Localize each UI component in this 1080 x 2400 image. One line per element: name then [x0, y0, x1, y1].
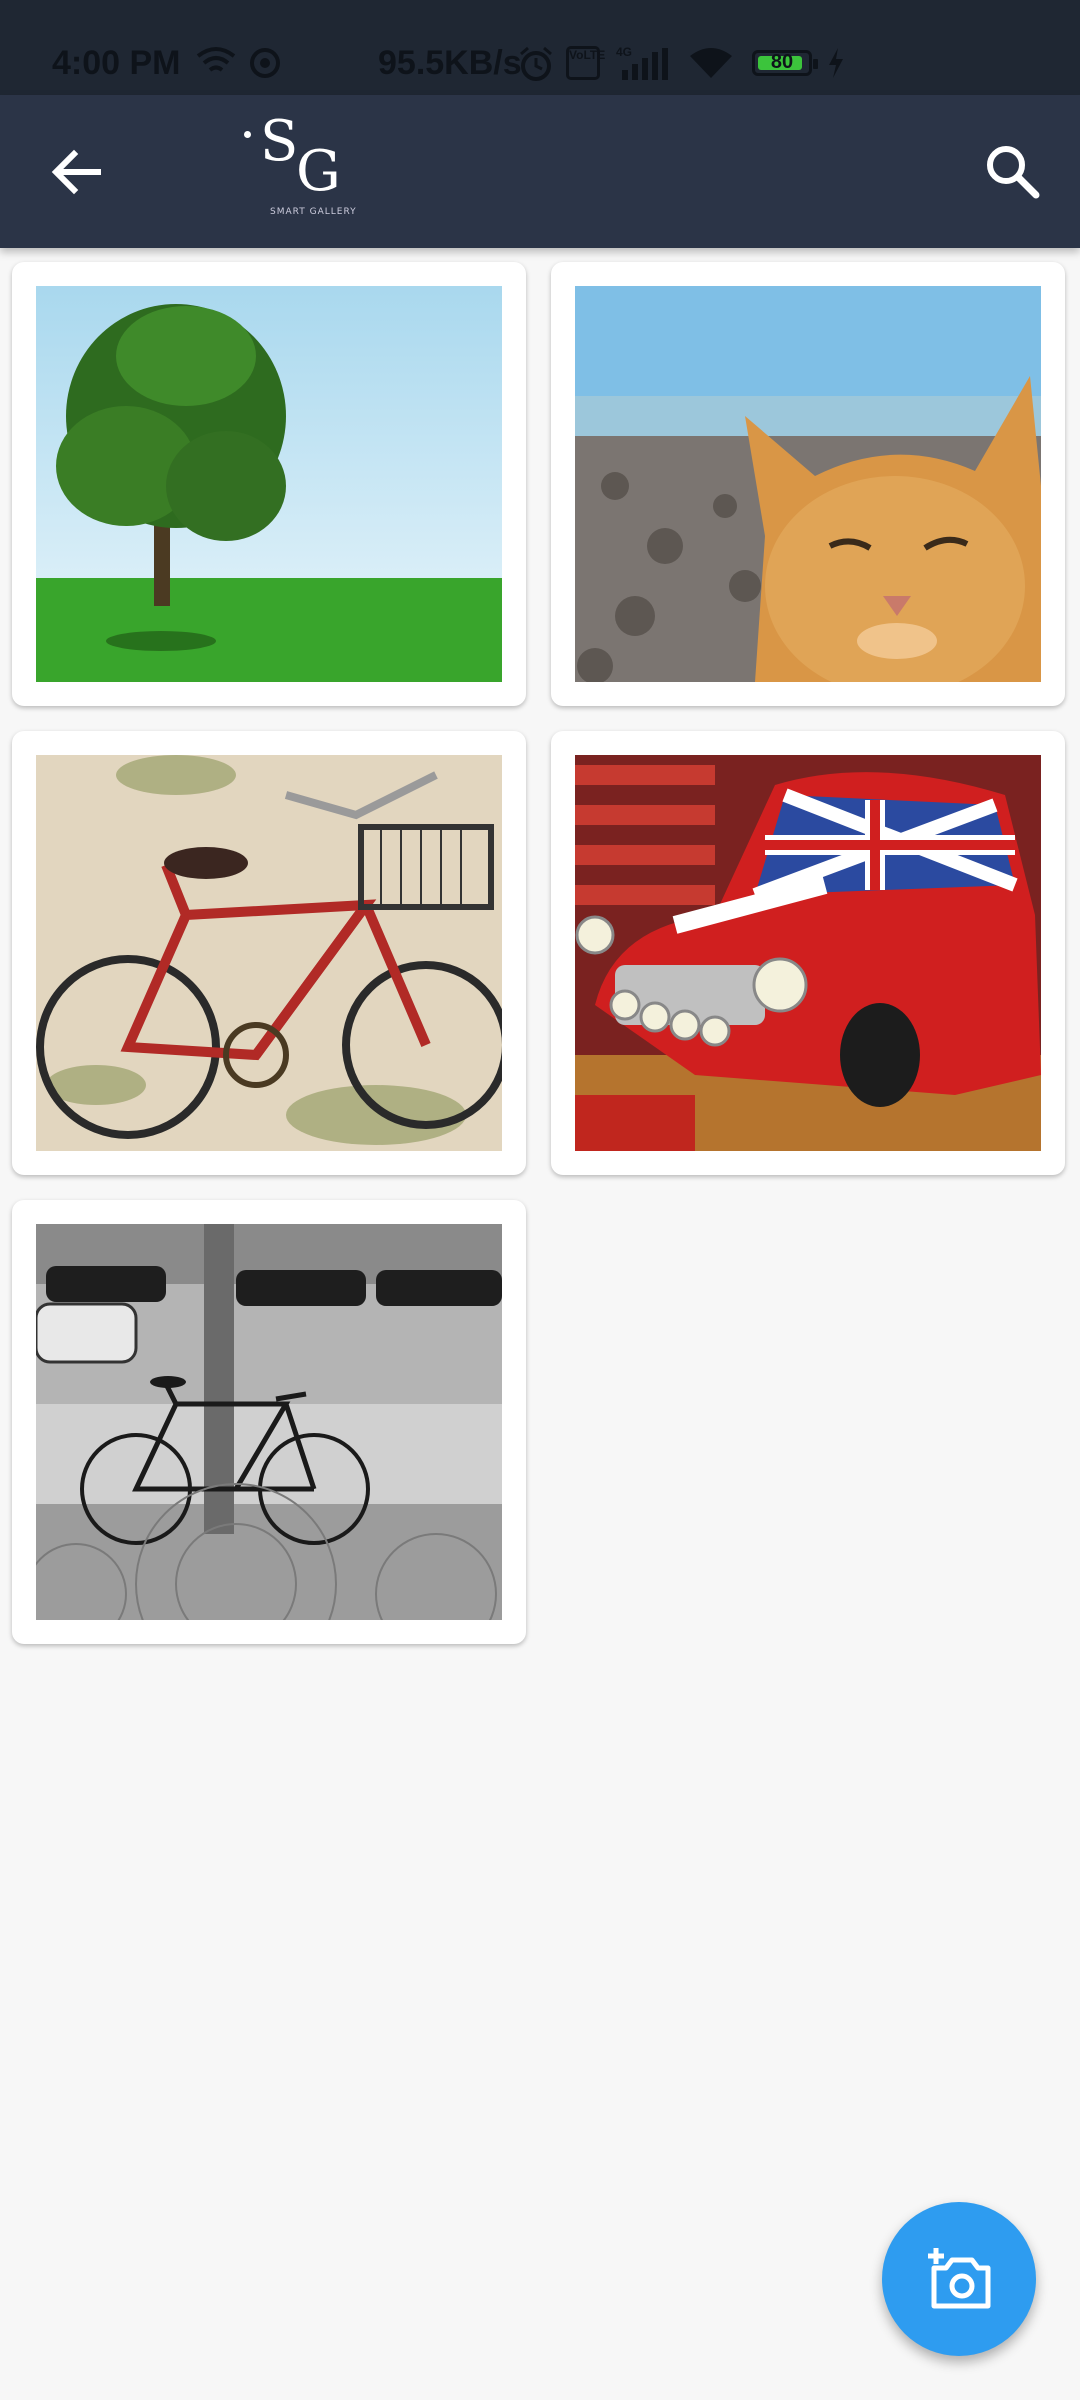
gallery-card[interactable]: [551, 731, 1065, 1175]
status-time: 4:00 PM: [52, 44, 181, 82]
app-logo: S G SMART GALLERY: [238, 109, 358, 227]
wifi-icon: [690, 48, 732, 78]
sync-icon: [250, 48, 280, 78]
gallery-image-red-car[interactable]: [575, 755, 1041, 1151]
app-bar: S G SMART GALLERY: [0, 95, 1080, 248]
charging-icon: [829, 48, 843, 78]
gallery-image-cat[interactable]: [575, 286, 1041, 682]
add-photo-button[interactable]: [882, 2202, 1036, 2356]
signal-icon: 4G: [616, 46, 668, 80]
network-speed: 95.5KB/s: [378, 44, 522, 82]
add-photo-camera-icon: [928, 2248, 991, 2309]
network-type-text: 4G: [616, 46, 632, 59]
gallery-card[interactable]: [12, 262, 526, 706]
volte-icon: VoLTE: [566, 46, 605, 80]
alarm-icon: [520, 46, 552, 81]
gallery-image-tree[interactable]: [36, 286, 502, 682]
gallery-card[interactable]: [12, 1200, 526, 1644]
search-icon[interactable]: [980, 139, 1046, 205]
gallery-image-bicycle-street[interactable]: [36, 1224, 502, 1620]
logo-subtitle: SMART GALLERY: [270, 207, 357, 217]
back-arrow-icon[interactable]: [46, 141, 108, 203]
gallery-image-red-bicycle[interactable]: [36, 755, 502, 1151]
wifi-calling-icon: [196, 47, 236, 72]
gallery-card[interactable]: [551, 262, 1065, 706]
battery-icon: 80: [752, 50, 818, 76]
gallery-card[interactable]: [12, 731, 526, 1175]
status-bar: 4:00 PM 95.5KB/s VoLTE 4G 80: [0, 0, 1080, 95]
battery-level: 80: [770, 51, 794, 73]
